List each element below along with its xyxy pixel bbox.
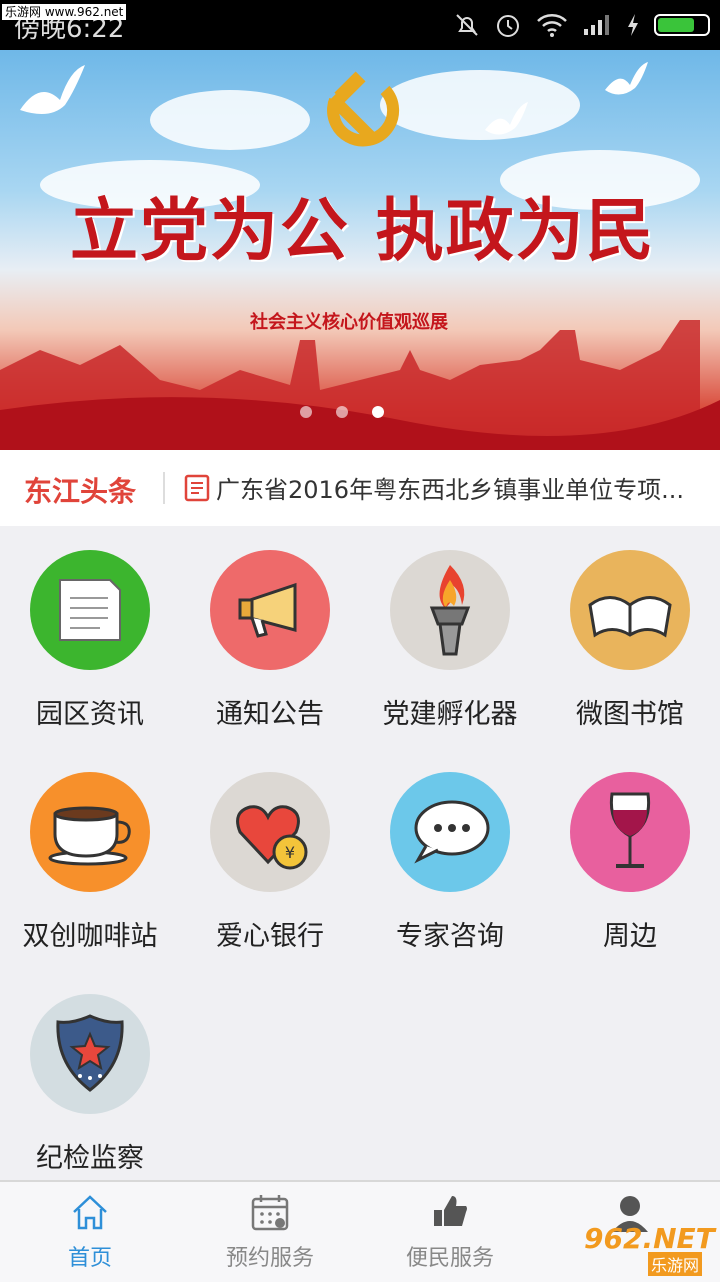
- tile-icon-circle: [30, 772, 150, 892]
- dove-icon: [605, 62, 648, 95]
- tab-label: 首页: [67, 1246, 112, 1271]
- police-badge-icon: [56, 1014, 124, 1092]
- news-ticker-text[interactable]: 广东省2016年粤东西北乡镇事业单位专项...: [216, 470, 684, 505]
- tile-label: 爱心银行: [216, 921, 324, 952]
- tile-icon-circle: [570, 550, 690, 670]
- tile-notice[interactable]: 通知公告: [180, 526, 360, 748]
- tile-park-news[interactable]: 园区资讯: [0, 526, 180, 748]
- dove-icon: [485, 102, 528, 135]
- charging-icon: [628, 14, 638, 36]
- news-document-icon: [184, 474, 210, 502]
- tile-love-bank[interactable]: ¥ 爱心银行: [180, 748, 360, 970]
- carousel-dot-active[interactable]: [372, 406, 384, 418]
- tab-convenience[interactable]: 便民服务: [360, 1182, 540, 1282]
- bottom-tab-bar: 首页 预约服务 便民服务 962.NET 乐游网: [0, 1180, 720, 1282]
- signal-icon: [584, 15, 609, 35]
- heart-coin-icon: ¥: [236, 805, 308, 870]
- carousel-dot[interactable]: [336, 406, 348, 418]
- dove-icon: [20, 65, 85, 114]
- thumbs-up-icon: [434, 1196, 467, 1226]
- document-icon: [59, 579, 121, 641]
- tile-icon-circle: ¥: [210, 772, 330, 892]
- tile-icon-circle: [390, 772, 510, 892]
- wifi-icon: [537, 14, 567, 37]
- tile-label: 周边: [603, 921, 657, 952]
- tile-label: 专家咨询: [396, 921, 504, 952]
- tile-label: 纪检监察: [36, 1143, 144, 1174]
- tile-icon-circle: [210, 550, 330, 670]
- chat-bubble-icon: [414, 800, 490, 864]
- watermark-brand: 962.NET: [584, 1222, 715, 1255]
- tile-label: 双创咖啡站: [22, 921, 158, 952]
- svg-text:¥: ¥: [285, 843, 295, 862]
- carousel-indicator: [300, 406, 384, 418]
- tile-discipline-inspection[interactable]: 纪检监察: [0, 970, 180, 1192]
- divider: [163, 472, 165, 504]
- coffee-cup-icon: [48, 806, 131, 866]
- home-icon: [73, 1195, 107, 1230]
- megaphone-icon: [238, 582, 297, 638]
- tile-nearby[interactable]: 周边: [540, 748, 720, 970]
- banner-carousel[interactable]: 立党为公 执政为民 社会主义核心价值观巡展: [0, 50, 720, 450]
- watermark-label: 乐游网 www.962.net: [2, 4, 127, 20]
- status-bar: 傍晚6:22 乐游网 www.962.net: [0, 0, 720, 50]
- tile-expert-consult[interactable]: 专家咨询: [360, 748, 540, 970]
- tile-icon-circle: [30, 994, 150, 1114]
- tab-label: 预约服务: [225, 1246, 314, 1271]
- tile-icon-circle: [570, 772, 690, 892]
- tile-icon-circle: [30, 550, 150, 670]
- tile-icon-circle: [390, 550, 510, 670]
- tile-label: 党建孵化器: [382, 699, 518, 730]
- book-icon: [588, 596, 672, 638]
- site-watermark: 962.NET 乐游网: [584, 1222, 715, 1278]
- tile-label: 通知公告: [216, 699, 324, 730]
- tile-label: 园区资讯: [36, 699, 144, 730]
- news-ticker-label: 东江头条: [24, 475, 137, 508]
- tile-micro-library[interactable]: 微图书馆: [540, 526, 720, 748]
- calendar-icon: [251, 1195, 289, 1231]
- tab-label: 便民服务: [405, 1246, 494, 1271]
- wine-glass-icon: [609, 792, 651, 868]
- tile-label: 微图书馆: [576, 699, 684, 730]
- city-skyline-graphic: [0, 320, 720, 450]
- tab-appointment[interactable]: 预约服务: [180, 1182, 360, 1282]
- mute-bell-icon: [456, 14, 478, 36]
- alarm-icon: [497, 15, 519, 37]
- watermark-site: 乐游网: [648, 1252, 703, 1276]
- tile-party-incubator[interactable]: 党建孵化器: [360, 526, 540, 748]
- torch-icon: [429, 565, 471, 656]
- status-icons: [454, 8, 710, 42]
- banner-title: 立党为公 执政为民: [70, 191, 656, 271]
- carousel-dot[interactable]: [300, 406, 312, 418]
- tile-coffee-station[interactable]: 双创咖啡站: [0, 748, 180, 970]
- tab-home[interactable]: 首页: [0, 1182, 180, 1282]
- battery-icon: [654, 14, 710, 36]
- hammer-sickle-icon: [327, 71, 400, 147]
- news-ticker[interactable]: 东江头条 广东省2016年粤东西北乡镇事业单位专项...: [0, 450, 720, 526]
